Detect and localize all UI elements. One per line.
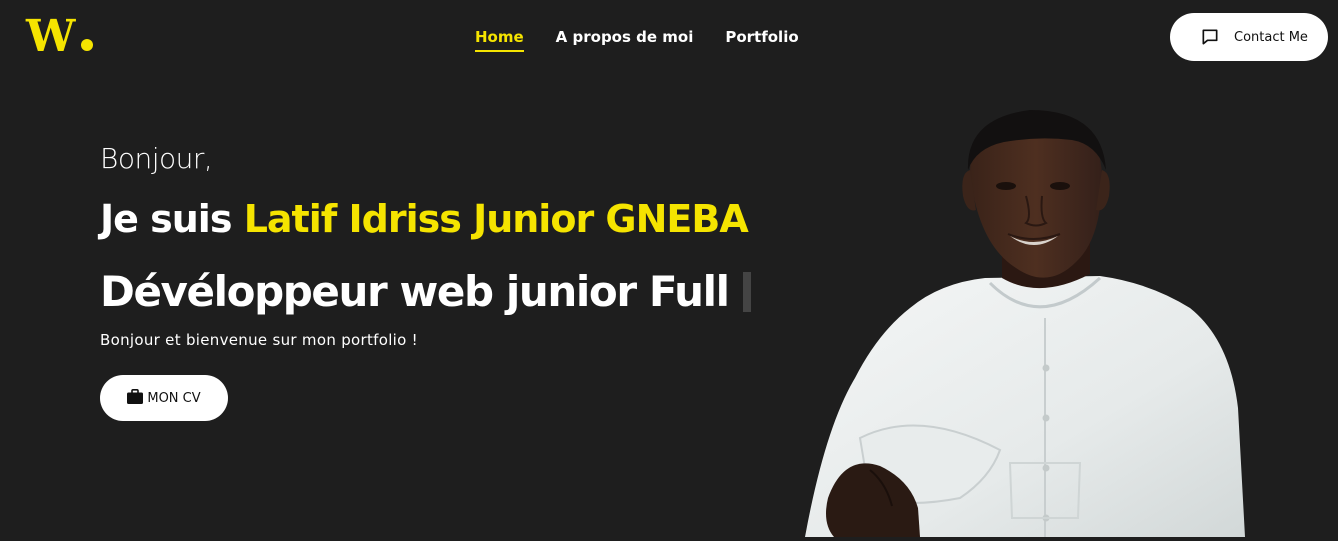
hero-name: Latif Idriss Junior GNEBA xyxy=(243,197,749,241)
nav-portfolio[interactable]: Portfolio xyxy=(725,26,798,48)
logo-dot xyxy=(81,39,93,51)
nav-home[interactable]: Home xyxy=(475,26,524,52)
hero-intro: Je suis Latif Idriss Junior GNEBA xyxy=(100,195,751,243)
main-nav: Home A propos de moi Portfolio xyxy=(475,26,799,52)
contact-button[interactable]: Contact Me xyxy=(1170,13,1328,61)
hero-section: Bonjour, Je suis Latif Idriss Junior GNE… xyxy=(100,140,751,421)
briefcase-icon xyxy=(127,388,144,404)
typing-cursor xyxy=(742,272,751,312)
hero-intro-prefix: Je suis xyxy=(100,197,244,241)
message-square-icon xyxy=(1200,27,1220,47)
logo-letter: W xyxy=(26,11,76,62)
hero-role-line: Dévéloppeur web junior Full xyxy=(100,267,751,317)
nav-about[interactable]: A propos de moi xyxy=(556,26,694,48)
cv-button-label: MON CV xyxy=(147,390,201,406)
cv-button[interactable]: MON CV xyxy=(100,375,228,421)
profile-photo xyxy=(800,78,1250,537)
hero-greeting: Bonjour, xyxy=(100,142,213,175)
contact-button-label: Contact Me xyxy=(1234,29,1308,45)
hero-welcome: Bonjour et bienvenue sur mon portfolio ! xyxy=(100,331,418,349)
hero-role: Dévéloppeur web junior Full xyxy=(100,267,730,316)
logo[interactable]: W xyxy=(26,14,98,60)
